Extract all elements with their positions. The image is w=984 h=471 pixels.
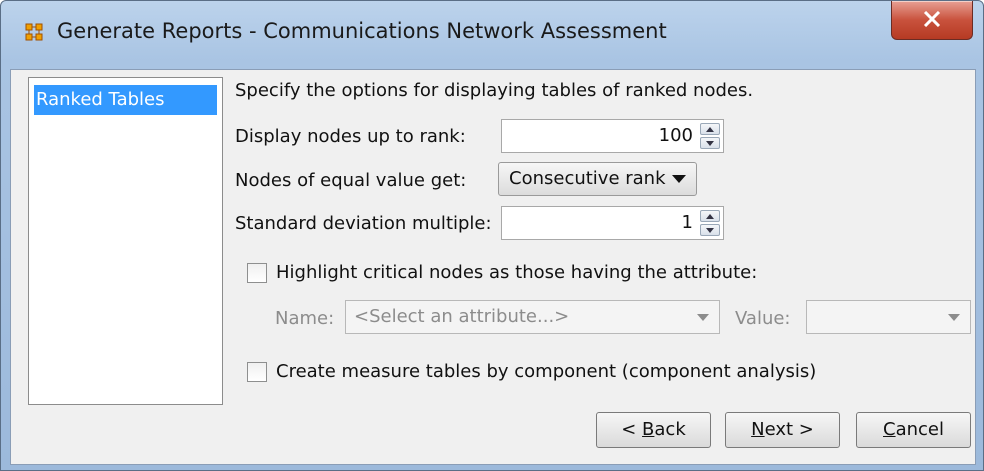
cancel-button[interactable]: Cancel: [856, 412, 971, 448]
equal-value-selected: Consecutive rank: [509, 168, 666, 189]
close-icon: [923, 11, 941, 27]
rank-value: 100: [658, 125, 693, 146]
attribute-name-placeholder: <Select an attribute...>: [354, 306, 570, 327]
cancel-rest: ancel: [895, 419, 944, 440]
spin-down-button[interactable]: [700, 224, 720, 236]
rank-label: Display nodes up to rank:: [235, 126, 466, 147]
name-label: Name:: [275, 308, 335, 329]
equal-value-dropdown[interactable]: Consecutive rank: [498, 162, 697, 196]
stddev-spinner[interactable]: 1: [501, 206, 724, 240]
dialog-window: Generate Reports - Communications Networ…: [0, 0, 984, 471]
chevron-down-icon: [672, 175, 686, 183]
title-bar[interactable]: Generate Reports - Communications Networ…: [1, 1, 983, 69]
page-list[interactable]: Ranked Tables: [28, 77, 223, 405]
chevron-down-icon: [948, 314, 960, 321]
chevron-down-icon: [697, 314, 709, 321]
value-label: Value:: [735, 308, 791, 329]
list-item-ranked-tables[interactable]: Ranked Tables: [34, 85, 217, 115]
spin-up-button[interactable]: [700, 123, 720, 135]
next-rest: ext >: [764, 419, 814, 440]
component-analysis-checkbox[interactable]: [247, 362, 267, 382]
arrow-down-icon: [706, 140, 714, 146]
close-button[interactable]: [891, 1, 973, 40]
cancel-mnemonic: C: [883, 419, 896, 440]
stddev-value: 1: [681, 212, 693, 233]
back-prefix: <: [621, 419, 643, 440]
back-rest: ack: [654, 419, 686, 440]
dialog-content: Ranked Tables Specify the options for di…: [10, 69, 976, 465]
attribute-name-dropdown[interactable]: <Select an attribute...>: [345, 300, 720, 334]
equal-value-label: Nodes of equal value get:: [235, 170, 467, 191]
spin-down-button[interactable]: [700, 137, 720, 149]
arrow-down-icon: [706, 227, 714, 233]
attribute-value-dropdown[interactable]: [806, 300, 971, 334]
rank-spinner[interactable]: 100: [501, 119, 724, 153]
next-button[interactable]: Next >: [725, 412, 840, 448]
next-mnemonic: N: [751, 419, 765, 440]
back-button[interactable]: < Back: [596, 412, 711, 448]
highlight-checkbox[interactable]: [247, 263, 267, 283]
app-icon: [25, 23, 43, 41]
arrow-up-icon: [706, 126, 714, 132]
highlight-label: Highlight critical nodes as those having…: [276, 262, 758, 283]
component-analysis-label: Create measure tables by component (comp…: [276, 361, 817, 382]
description-text: Specify the options for displaying table…: [235, 80, 754, 101]
spin-up-button[interactable]: [700, 210, 720, 222]
back-mnemonic: B: [642, 419, 655, 440]
window-title: Generate Reports - Communications Networ…: [57, 19, 667, 43]
stddev-label: Standard deviation multiple:: [235, 213, 492, 234]
arrow-up-icon: [706, 213, 714, 219]
